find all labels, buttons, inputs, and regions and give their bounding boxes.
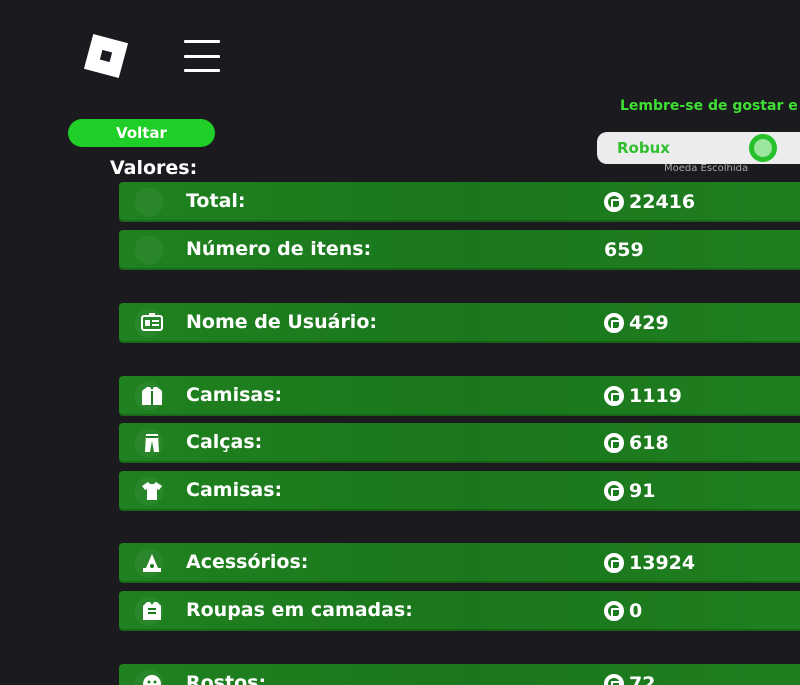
value-row-shirts: Camisas: 1119	[119, 376, 800, 416]
row-value-text: 618	[629, 432, 669, 454]
value-row-pants: Calças: 618	[119, 423, 800, 463]
row-label: Número de itens:	[186, 238, 372, 260]
row-label: Camisas:	[186, 384, 283, 406]
row-label: Nome de Usuário:	[186, 311, 377, 333]
value-row-faces: Rostos: 72	[119, 664, 800, 685]
pants-icon	[141, 433, 163, 453]
face-icon	[141, 674, 163, 685]
hamburger-menu-icon[interactable]	[184, 40, 220, 72]
row-value: 0	[604, 600, 642, 622]
hat-icon	[141, 553, 163, 573]
value-row-tshirts: Camisas: 91	[119, 471, 800, 511]
row-label: Total:	[186, 190, 246, 212]
value-row-layered-clothing: Roupas em camadas: 0	[119, 591, 800, 631]
currency-selector[interactable]: Robux	[597, 132, 800, 164]
robux-icon	[604, 192, 624, 212]
row-value-text: 22416	[629, 191, 696, 213]
reminder-text: Lembre-se de gostar e fa	[620, 98, 800, 114]
row-value-text: 1119	[629, 385, 682, 407]
value-row-accessories: Acessórios: 13924	[119, 543, 800, 583]
row-value: 429	[604, 312, 669, 334]
robux-icon	[604, 553, 624, 573]
row-label: Calças:	[186, 431, 263, 453]
row-value-text: 13924	[629, 552, 696, 574]
tshirt-icon	[141, 481, 163, 501]
values-title: Valores:	[110, 157, 198, 179]
layered-clothing-icon	[141, 601, 163, 621]
robux-icon	[604, 481, 624, 501]
row-value: 1119	[604, 385, 682, 407]
row-value: 659	[604, 239, 644, 261]
jacket-icon	[141, 386, 163, 406]
back-button[interactable]: Voltar	[68, 119, 215, 147]
row-value-text: 0	[629, 600, 643, 622]
value-row-item-count: Número de itens: 659	[119, 230, 800, 270]
row-label: Camisas:	[186, 479, 283, 501]
row-value: 91	[604, 480, 655, 502]
currency-caption: Moeda Escolhida	[664, 163, 749, 174]
robux-icon	[604, 386, 624, 406]
roblox-logo-icon[interactable]	[83, 33, 129, 79]
robux-icon	[604, 433, 624, 453]
value-row-username: Nome de Usuário: 429	[119, 303, 800, 343]
row-label: Roupas em camadas:	[186, 599, 413, 621]
robux-icon	[604, 601, 624, 621]
row-value: 13924	[604, 552, 695, 574]
robux-icon	[604, 674, 624, 685]
currency-selected-label: Robux	[617, 139, 670, 157]
row-value: 618	[604, 432, 669, 454]
row-value-text: 72	[629, 673, 656, 685]
row-value-text: 659	[604, 239, 644, 261]
id-card-icon	[141, 313, 163, 333]
row-value-text: 429	[629, 312, 669, 334]
row-value: 72	[604, 673, 655, 685]
value-row-total: Total: 22416	[119, 182, 800, 222]
row-value-text: 91	[629, 480, 656, 502]
row-value: 22416	[604, 191, 695, 213]
row-label: Acessórios:	[186, 551, 309, 573]
robux-icon	[604, 313, 624, 333]
row-label: Rostos:	[186, 672, 267, 685]
robux-icon	[749, 134, 777, 162]
